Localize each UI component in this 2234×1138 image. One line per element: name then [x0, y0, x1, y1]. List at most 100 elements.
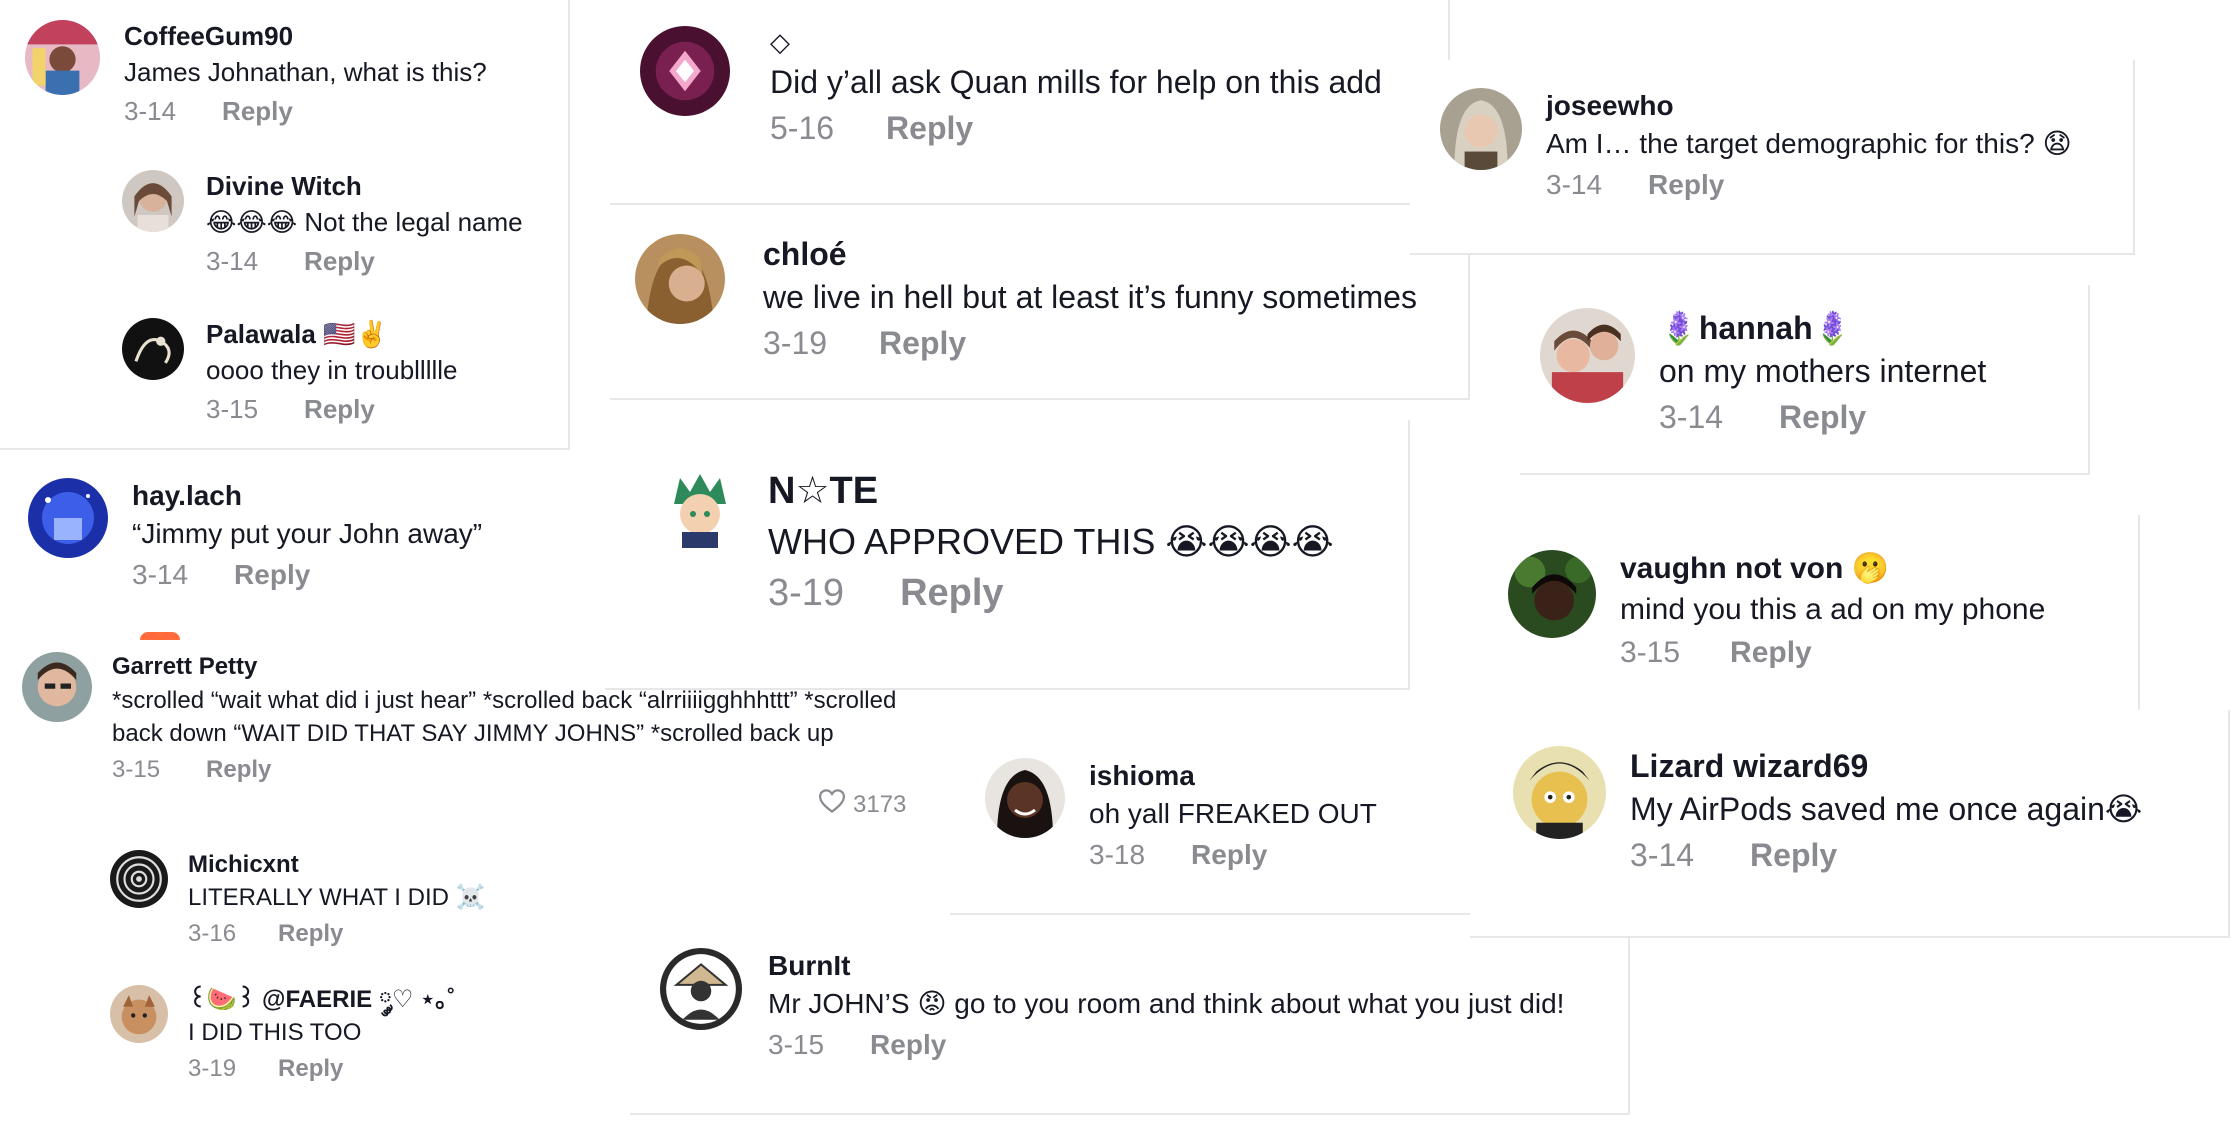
comment-date: 3-15 — [206, 393, 259, 424]
comment-michicxnt: Michicxnt LITERALLY WHAT I DID ☠️ 3-16 R… — [110, 850, 486, 948]
comment-divine-witch: Divine Witch 😂😂😂 Not the legal name 3-14… — [122, 170, 523, 277]
comment-username[interactable]: 🪻hannah🪻 — [1659, 308, 1986, 348]
comment-text: oh yall FREAKED OUT — [1089, 798, 1377, 829]
avatar[interactable] — [110, 850, 168, 908]
avatar[interactable] — [1508, 550, 1596, 638]
comment-burnit: BurnIt Mr JOHN’S 😡 go to you room and th… — [660, 948, 1564, 1061]
comment-coffeegum90: CoffeeGum90 James Johnathan, what is thi… — [25, 20, 487, 127]
comment-date: 3-18 — [1089, 838, 1146, 870]
comment-date: 3-19 — [768, 572, 845, 615]
comment-date: 3-15 — [768, 1028, 825, 1060]
avatar[interactable] — [1513, 746, 1606, 839]
comment-date: 3-14 — [1546, 168, 1603, 200]
reply-button[interactable]: Reply — [870, 1029, 946, 1061]
avatar[interactable] — [640, 26, 730, 116]
comment-text: mind you this a ad on my phone — [1620, 592, 2046, 626]
comment-username[interactable]: Garrett Petty — [112, 652, 912, 682]
comment-vaughn: vaughn not von 🫢 mind you this a ad on m… — [1508, 550, 2045, 670]
comment-username[interactable]: CoffeeGum90 — [124, 20, 487, 53]
comment-text: WHO APPROVED THIS 😭😭😭😭 — [768, 520, 1334, 562]
avatar[interactable] — [1440, 88, 1522, 170]
comment-diamond: ◇ Did y’all ask Quan mills for help on t… — [640, 26, 1382, 147]
reply-button[interactable]: Reply — [278, 1055, 343, 1083]
comment-text: James Johnathan, what is this? — [124, 56, 487, 87]
avatar[interactable] — [985, 758, 1065, 838]
comment-text: oooo they in troubllllle — [206, 354, 458, 385]
comment-username[interactable]: ishioma — [1089, 758, 1377, 793]
reply-button[interactable]: Reply — [1779, 399, 1866, 436]
comment-username[interactable]: ꒰🍉꒱ @FAERIE ༘♡ ⋆｡˚ — [188, 985, 455, 1015]
comment-date: 3-14 — [124, 95, 177, 126]
comment-date: 3-16 — [188, 920, 237, 948]
comment-date: 3-14 — [206, 245, 259, 276]
comment-username[interactable]: chloé — [763, 234, 1417, 274]
comment-username[interactable]: Michicxnt — [188, 850, 486, 880]
comment-date: 3-15 — [112, 756, 161, 784]
comment-username[interactable]: Lizard wizard69 — [1630, 746, 2142, 786]
reply-button[interactable]: Reply — [1750, 837, 1837, 874]
avatar[interactable] — [28, 478, 108, 558]
comment-hannah: 🪻hannah🪻 on my mothers internet 3-14 Rep… — [1540, 308, 1986, 436]
reply-button[interactable]: Reply — [1730, 636, 1812, 670]
comment-lizard-wizard: Lizard wizard69 My AirPods saved me once… — [1513, 746, 2142, 874]
comment-joseewho: joseewho Am I… the target demographic fo… — [1440, 88, 2072, 201]
comment-date: 3-19 — [188, 1055, 237, 1083]
comment-text: *scrolled “wait what did i just hear” *s… — [112, 687, 897, 748]
comment-date: 3-14 — [1659, 399, 1724, 436]
heart-outline-icon — [817, 786, 847, 823]
reply-button[interactable]: Reply — [1648, 169, 1724, 201]
reply-button[interactable]: Reply — [304, 394, 375, 425]
comment-username[interactable]: BurnIt — [768, 948, 1564, 983]
comment-text: Mr JOHN’S 😡 go to you room and think abo… — [768, 988, 1565, 1019]
comment-palawala: Palawala 🇺🇸✌️ oooo they in troubllllle 3… — [122, 318, 458, 425]
comment-ishioma: ishioma oh yall FREAKED OUT 3-18 Reply — [985, 758, 1377, 871]
comment-garrett-petty: Garrett Petty *scrolled “wait what did i… — [22, 652, 912, 784]
comment-date: 3-14 — [1630, 837, 1695, 874]
comment-username[interactable]: ◇ — [770, 26, 1382, 59]
comment-date: 3-15 — [1620, 636, 1681, 669]
comment-text: we live in hell but at least it’s funny … — [763, 279, 1417, 315]
avatar[interactable] — [110, 985, 168, 1043]
like-button[interactable]: 3173 — [817, 786, 906, 823]
reply-button[interactable]: Reply — [278, 920, 343, 948]
comment-username[interactable]: Divine Witch — [206, 170, 523, 203]
comment-date: 3-14 — [132, 558, 189, 590]
comment-username[interactable]: N☆TE — [768, 468, 1334, 516]
partial-avatar — [140, 632, 180, 640]
comment-username[interactable]: vaughn not von 🫢 — [1620, 550, 2045, 588]
comment-username[interactable]: hay.lach — [132, 478, 482, 513]
reply-button[interactable]: Reply — [234, 559, 310, 591]
avatar[interactable] — [25, 20, 100, 95]
comment-chloe: chloé we live in hell but at least it’s … — [635, 234, 1417, 362]
avatar[interactable] — [660, 468, 740, 548]
reply-button[interactable]: Reply — [1191, 839, 1267, 871]
comment-username[interactable]: joseewho — [1546, 88, 2072, 123]
comment-text: “Jimmy put your John away” — [132, 518, 483, 549]
comment-date: 5-16 — [770, 109, 835, 146]
comment-text: Am I… the target demographic for this? 😧 — [1546, 128, 2072, 159]
comment-nate: N☆TE WHO APPROVED THIS 😭😭😭😭 3-19 Reply — [660, 468, 1334, 615]
avatar[interactable] — [1540, 308, 1635, 403]
comment-username[interactable]: Palawala 🇺🇸✌️ — [206, 318, 458, 351]
like-count: 3173 — [853, 790, 907, 818]
comment-faerie: ꒰🍉꒱ @FAERIE ༘♡ ⋆｡˚ I DID THIS TOO 3-19 R… — [110, 985, 455, 1083]
reply-button[interactable]: Reply — [879, 325, 966, 362]
reply-button[interactable]: Reply — [900, 572, 1003, 615]
reply-button[interactable]: Reply — [206, 756, 271, 784]
avatar[interactable] — [122, 318, 184, 380]
comment-date: 3-19 — [763, 325, 828, 362]
comment-text: Did y’all ask Quan mills for help on thi… — [770, 63, 1382, 100]
comment-hay-lach: hay.lach “Jimmy put your John away” 3-14… — [28, 478, 482, 591]
comment-text: LITERALLY WHAT I DID ☠️ — [188, 884, 486, 911]
reply-button[interactable]: Reply — [886, 110, 973, 147]
comment-text: I DID THIS TOO — [188, 1019, 362, 1046]
comment-text: on my mothers internet — [1659, 353, 1987, 389]
comment-text: My AirPods saved me once again😭 — [1630, 791, 2143, 827]
avatar[interactable] — [122, 170, 184, 232]
avatar[interactable] — [22, 652, 92, 722]
comment-text: 😂😂😂 Not the legal name — [206, 206, 523, 237]
reply-button[interactable]: Reply — [304, 246, 375, 277]
avatar[interactable] — [660, 948, 742, 1030]
reply-button[interactable]: Reply — [222, 96, 293, 127]
avatar[interactable] — [635, 234, 725, 324]
